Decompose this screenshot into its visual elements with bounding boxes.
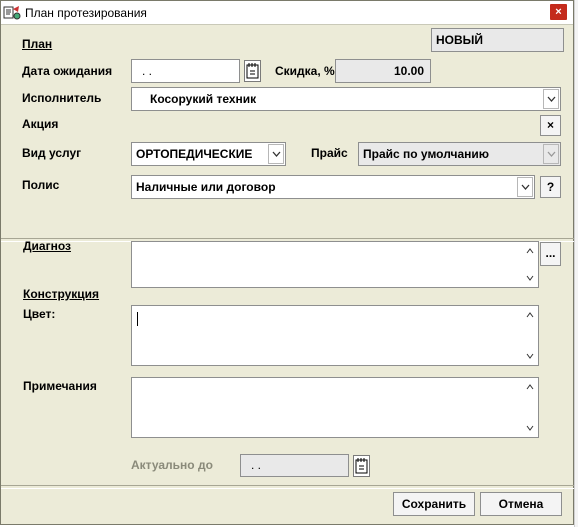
status-field: НОВЫЙ (431, 28, 564, 52)
valid-until-input: . . (240, 454, 349, 477)
window-title: План протезирования (25, 6, 147, 20)
status-value: НОВЫЙ (436, 33, 484, 47)
notes-label: Примечания (23, 379, 97, 393)
valid-until-label: Актуально до (131, 458, 213, 472)
price-value: Прайс по умолчанию (363, 147, 490, 161)
title-bar: План протезирования × (1, 1, 573, 25)
policy-label: Полис (22, 178, 60, 192)
chevron-down-icon[interactable] (526, 425, 534, 431)
chevron-up-icon[interactable] (526, 384, 534, 390)
close-button[interactable]: × (550, 4, 567, 20)
service-type-label: Вид услуг (22, 146, 82, 160)
plan-label[interactable]: План (22, 37, 52, 51)
diagnosis-memo[interactable] (131, 241, 539, 288)
construction-label[interactable]: Конструкция (23, 287, 99, 301)
calendar-icon[interactable] (353, 455, 370, 477)
date-value: . . (142, 64, 153, 78)
price-combo: Прайс по умолчанию (358, 142, 561, 166)
color-memo[interactable] (131, 305, 539, 366)
diagnosis-more-button[interactable]: ... (540, 242, 561, 266)
valid-until-value: . . (251, 458, 262, 472)
divider (1, 485, 575, 489)
chevron-down-icon[interactable] (517, 177, 533, 197)
chevron-up-icon[interactable] (526, 312, 534, 318)
promo-clear-button[interactable]: × (540, 115, 561, 136)
policy-combo[interactable]: Наличные или договор (131, 175, 535, 199)
calendar-icon[interactable] (244, 60, 261, 82)
chevron-down-icon[interactable] (526, 353, 534, 359)
chevron-down-icon[interactable] (526, 275, 534, 281)
service-type-value: ОРТОПЕДИЧЕСКИЕ (136, 147, 253, 161)
discount-label: Скидка, % (275, 64, 335, 78)
service-type-combo[interactable]: ОРТОПЕДИЧЕСКИЕ (131, 142, 286, 166)
chevron-up-icon[interactable] (526, 248, 534, 254)
text-cursor (137, 312, 138, 326)
executor-label: Исполнитель (22, 91, 102, 105)
promo-label: Акция (22, 117, 59, 131)
color-label: Цвет: (23, 307, 56, 321)
discount-field[interactable]: 10.00 (335, 59, 431, 83)
chevron-down-icon (543, 144, 559, 164)
discount-value: 10.00 (393, 64, 424, 78)
executor-value: Косорукий техник (150, 92, 257, 106)
executor-combo[interactable]: Косорукий техник (131, 87, 561, 111)
diagnosis-label[interactable]: Диагноз (23, 239, 71, 253)
background-window-edge (574, 0, 578, 527)
notes-memo[interactable] (131, 377, 539, 438)
date-label: Дата ожидания (22, 64, 113, 78)
cancel-button[interactable]: Отмена (480, 492, 562, 516)
policy-value: Наличные или договор (136, 180, 276, 194)
save-button[interactable]: Сохранить (393, 492, 475, 516)
app-icon (3, 6, 21, 20)
policy-help-button[interactable]: ? (540, 176, 561, 198)
date-input[interactable]: . . (131, 59, 240, 83)
price-label: Прайс (311, 146, 348, 160)
chevron-down-icon[interactable] (268, 144, 284, 164)
plan-dialog: План протезирования × План НОВЫЙ Дата ож… (0, 0, 575, 525)
chevron-down-icon[interactable] (543, 89, 559, 109)
